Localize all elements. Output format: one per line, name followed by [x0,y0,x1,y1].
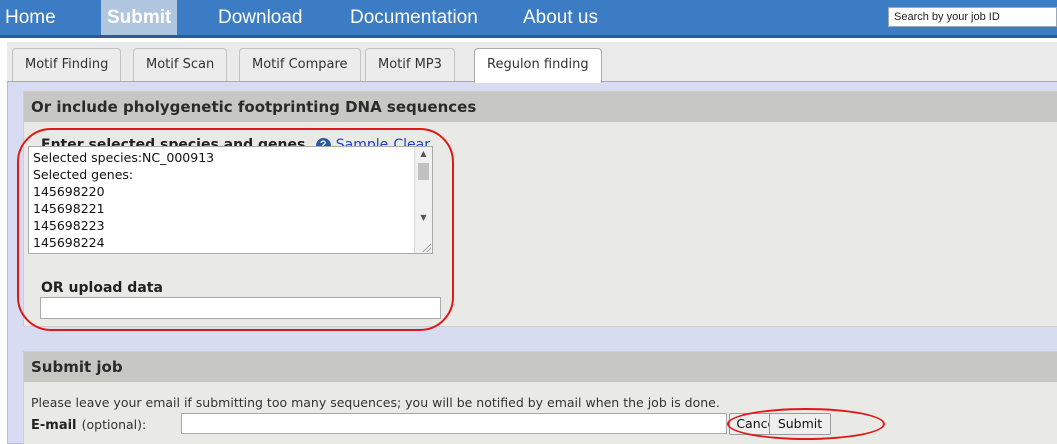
scroll-up-arrow-icon[interactable]: ▲ [415,147,432,161]
tab-motif-finding[interactable]: Motif Finding [12,48,122,81]
textarea-line: 145698223 [33,218,105,233]
email-optional-label: (optional): [81,417,147,432]
nav-download[interactable]: Download [218,0,303,35]
upload-data-label: OR upload data [41,280,163,296]
textarea-line: 145698224 [33,235,105,250]
submit-job-heading: Submit job [24,352,1057,382]
submit-note: Please leave your email if submitting to… [31,395,720,410]
textarea-line: Selected species:NC_000913 [33,150,215,165]
tab-regulon-finding[interactable]: Regulon finding [474,48,602,83]
submit-button[interactable]: Submit [769,413,831,435]
email-row: E-mail (optional): [31,414,146,433]
tab-motif-scan[interactable]: Motif Scan [133,48,228,81]
top-navigation-bar: Home Submit Download Documentation About… [0,0,1057,38]
textarea-line: 145698221 [33,201,105,216]
email-field[interactable] [181,413,727,434]
species-genes-textarea[interactable]: Selected species:NC_000913 Selected gene… [28,146,433,254]
tab-motif-compare[interactable]: Motif Compare [239,48,361,81]
scroll-thumb[interactable] [418,163,429,180]
nav-submit[interactable]: Submit [101,0,178,35]
tab-motif-mp3[interactable]: Motif MP3 [365,48,455,81]
nav-home[interactable]: Home [5,0,56,35]
textarea-line: 145698220 [33,184,105,199]
resize-grip-icon[interactable] [421,242,431,252]
email-label: E-mail [31,418,77,433]
nav-documentation[interactable]: Documentation [350,0,478,35]
scroll-down-arrow-icon[interactable]: ▼ [415,211,432,225]
textarea-scrollbar[interactable]: ▲ ▼ [414,147,432,253]
submit-job-section: Submit job Please leave your email if su… [23,351,1057,444]
phylogenetic-section-heading: Or include pholygenetic footprinting DNA… [24,92,1057,122]
textarea-line: Selected genes: [33,167,134,182]
phylogenetic-section: Or include pholygenetic footprinting DNA… [23,91,1057,327]
textarea-line: 145698226 [33,251,214,253]
upload-data-input[interactable] [40,297,441,319]
textarea-content: Selected species:NC_000913 Selected gene… [33,149,215,253]
tab-bar: Motif Finding Motif Scan Motif Compare M… [7,42,1057,83]
job-id-search-input[interactable]: Search by your job ID [888,7,1057,27]
nav-about-us[interactable]: About us [523,0,598,35]
